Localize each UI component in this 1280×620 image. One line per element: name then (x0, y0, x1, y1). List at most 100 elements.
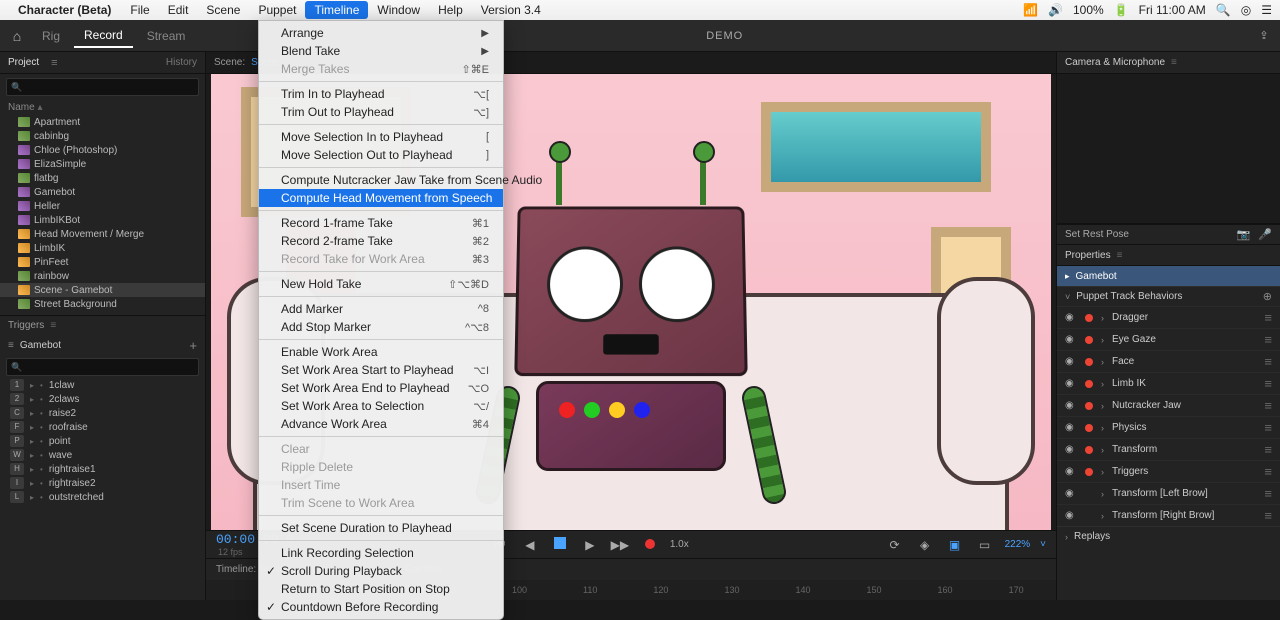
behavior-menu-icon[interactable]: ≡ (1264, 508, 1272, 523)
set-rest-pose[interactable]: Set Rest Pose (1065, 229, 1129, 240)
mac-app-name[interactable]: Character (Beta) (18, 3, 111, 17)
zoom-level[interactable]: 222% (1005, 539, 1031, 550)
share-icon[interactable]: ⇪ (1254, 29, 1274, 42)
menu-item[interactable]: Record 2-frame Take⌘2 (259, 232, 503, 250)
project-item[interactable]: PinFeet (0, 255, 205, 269)
behavior-menu-icon[interactable]: ≡ (1264, 442, 1272, 457)
menu-item[interactable]: Set Scene Duration to Playhead (259, 519, 503, 537)
mic-icon[interactable]: 🎤 (1258, 228, 1272, 241)
project-tab[interactable]: Project (8, 57, 39, 68)
mac-menu-scene[interactable]: Scene (197, 1, 249, 19)
tab-record[interactable]: Record (74, 24, 133, 48)
mac-menu-timeline[interactable]: Timeline (305, 1, 368, 19)
trigger-row[interactable]: W▸•wave (0, 448, 205, 462)
play-button[interactable]: ▶ (580, 538, 600, 552)
project-item[interactable]: LimbIK (0, 241, 205, 255)
behavior-menu-icon[interactable]: ≡ (1264, 332, 1272, 347)
trigger-search[interactable] (6, 358, 199, 376)
trigger-row[interactable]: 1▸•1claw (0, 378, 205, 392)
trigger-row[interactable]: 2▸•2claws (0, 392, 205, 406)
behavior-row[interactable]: ◉›Transform≡ (1057, 438, 1280, 460)
menu-item[interactable]: Blend Take▶ (259, 42, 503, 60)
menu-item[interactable]: Set Work Area End to Playhead⌥O (259, 379, 503, 397)
record-arm-icon[interactable] (1085, 512, 1093, 520)
record-button[interactable] (640, 538, 660, 552)
menu-item[interactable]: Trim In to Playhead⌥[ (259, 85, 503, 103)
menu-item[interactable]: ✓Countdown Before Recording (259, 598, 503, 616)
behavior-row[interactable]: ◉›Physics≡ (1057, 416, 1280, 438)
record-arm-icon[interactable] (1085, 402, 1093, 410)
mac-menu-window[interactable]: Window (368, 1, 429, 19)
add-behavior-icon[interactable]: ⊕ (1263, 290, 1272, 303)
trigger-row[interactable]: H▸•rightraise1 (0, 462, 205, 476)
menu-item[interactable]: Trim Out to Playhead⌥] (259, 103, 503, 121)
record-arm-icon[interactable] (1085, 446, 1093, 454)
control-center-icon[interactable]: ◎ (1241, 3, 1251, 17)
viewport-mode-icon[interactable]: ▣ (945, 538, 965, 552)
record-arm-icon[interactable] (1085, 314, 1093, 322)
project-item[interactable]: Gamebot (0, 185, 205, 199)
menu-item[interactable]: Advance Work Area⌘4 (259, 415, 503, 433)
behavior-row[interactable]: ◉›Face≡ (1057, 350, 1280, 372)
triggers-puppet[interactable]: Gamebot (20, 340, 61, 351)
visibility-icon[interactable]: ◉ (1065, 400, 1077, 411)
behavior-menu-icon[interactable]: ≡ (1264, 464, 1272, 479)
puppet-header[interactable]: Gamebot (1057, 266, 1280, 286)
menu-item[interactable]: Enable Work Area (259, 343, 503, 361)
visibility-icon[interactable]: ◉ (1065, 510, 1077, 521)
project-item[interactable]: Chloe (Photoshop) (0, 143, 205, 157)
mac-menu-file[interactable]: File (121, 1, 158, 19)
behavior-menu-icon[interactable]: ≡ (1264, 376, 1272, 391)
menu-item[interactable]: Set Work Area Start to Playhead⌥I (259, 361, 503, 379)
behavior-menu-icon[interactable]: ≡ (1264, 420, 1272, 435)
menu-item[interactable]: Record 1-frame Take⌘1 (259, 214, 503, 232)
project-item[interactable]: Heller (0, 199, 205, 213)
project-item[interactable]: Scene - Gamebot (0, 283, 205, 297)
record-arm-icon[interactable] (1085, 358, 1093, 366)
menu-item[interactable]: Add Stop Marker^⌥8 (259, 318, 503, 336)
record-arm-icon[interactable] (1085, 424, 1093, 432)
camera-preview[interactable] (1057, 74, 1280, 224)
snapping-icon[interactable]: ◈ (915, 538, 935, 552)
behaviors-section[interactable]: Puppet Track Behaviors (1076, 291, 1182, 302)
visibility-icon[interactable]: ◉ (1065, 444, 1077, 455)
panel-menu-icon[interactable]: ≡ (50, 320, 56, 331)
behavior-menu-icon[interactable]: ≡ (1264, 398, 1272, 413)
spotlight-icon[interactable]: 🔍 (1216, 3, 1231, 17)
menu-item[interactable]: Compute Nutcracker Jaw Take from Scene A… (259, 171, 503, 189)
mac-menu-help[interactable]: Help (429, 1, 472, 19)
behavior-row[interactable]: ◉›Dragger≡ (1057, 306, 1280, 328)
replays-section[interactable]: Replays (1074, 531, 1110, 542)
zoom-chevron-icon[interactable]: ˅ (1040, 539, 1046, 550)
project-item[interactable]: cabinbg (0, 129, 205, 143)
visibility-icon[interactable]: ◉ (1065, 422, 1077, 433)
menu-item[interactable]: Arrange▶ (259, 24, 503, 42)
project-item[interactable]: flatbg (0, 171, 205, 185)
panel-menu-icon[interactable]: ≡ (1171, 57, 1177, 68)
home-icon[interactable]: ⌂ (6, 28, 28, 44)
mac-menu-puppet[interactable]: Puppet (249, 1, 305, 19)
menu-item[interactable]: Compute Head Movement from Speech (259, 189, 503, 207)
history-tab[interactable]: History (166, 57, 197, 68)
menu-item[interactable]: Add Marker^8 (259, 300, 503, 318)
camera-icon[interactable]: 📷 (1237, 228, 1251, 241)
behavior-menu-icon[interactable]: ≡ (1264, 310, 1272, 325)
behavior-row[interactable]: ◉›Triggers≡ (1057, 460, 1280, 482)
behavior-menu-icon[interactable]: ≡ (1264, 354, 1272, 369)
menu-item[interactable]: Link Recording Selection (259, 544, 503, 562)
menu-item[interactable]: Set Work Area to Selection⌥/ (259, 397, 503, 415)
volume-icon[interactable]: 🔊 (1048, 3, 1063, 17)
trigger-row[interactable]: L▸•outstretched (0, 490, 205, 504)
project-item[interactable]: rainbow (0, 269, 205, 283)
behavior-row[interactable]: ◉›Limb IK≡ (1057, 372, 1280, 394)
record-arm-icon[interactable] (1085, 490, 1093, 498)
visibility-icon[interactable]: ◉ (1065, 356, 1077, 367)
properties-title[interactable]: Properties (1065, 250, 1111, 261)
project-item[interactable]: Apartment (0, 115, 205, 129)
trigger-row[interactable]: I▸•rightraise2 (0, 476, 205, 490)
tab-rig[interactable]: Rig (32, 25, 70, 47)
stop-button[interactable] (550, 537, 570, 552)
project-item[interactable]: LimbIKBot (0, 213, 205, 227)
notifications-icon[interactable]: ☰ (1261, 3, 1272, 17)
visibility-icon[interactable]: ◉ (1065, 334, 1077, 345)
